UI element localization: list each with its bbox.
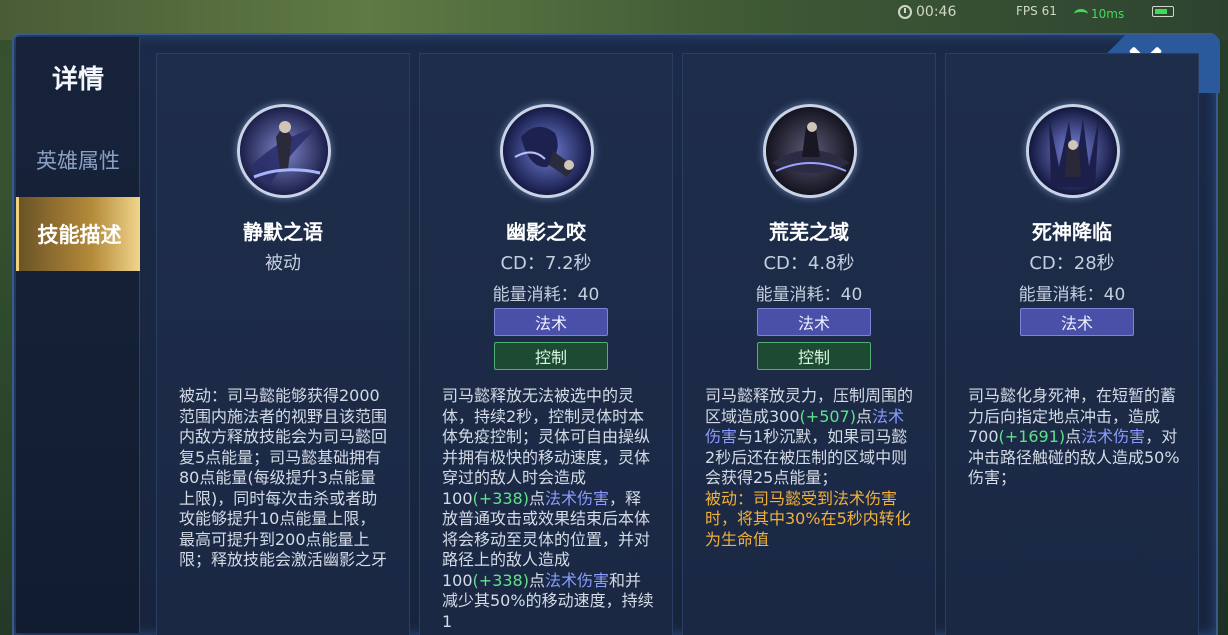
skill-4-cooldown: CD：28秒 xyxy=(1029,253,1115,274)
skill-4-tag-magic: 法术 xyxy=(1020,308,1134,336)
skill-2-cooldown: CD：7.2秒 xyxy=(500,253,592,274)
ping-readout: 10ms xyxy=(1074,4,1124,24)
skill-3-tag-magic: 法术 xyxy=(757,308,871,336)
skill-4-icon xyxy=(1026,104,1120,198)
sidebar-title: 详情 xyxy=(51,65,104,95)
ping-text: 10ms xyxy=(1091,7,1125,21)
description-segment: 点 xyxy=(528,488,545,508)
description-segment: (+1691) xyxy=(998,427,1066,446)
description-segment: 点 xyxy=(1065,427,1082,446)
description-segment: 法术伤害 xyxy=(1081,427,1146,446)
description-segment: 法术伤害 xyxy=(545,488,610,508)
skill-1-description: 被动：司马懿能够获得2000范围内施法者的视野且该范围内敌方释放技能会为司马懿回… xyxy=(179,386,391,635)
skill-card-2: 幽影之咬 CD：7.2秒 能量消耗：40 法术 控制 司马懿释放无法被选中的灵体… xyxy=(419,53,673,635)
skill-1-icon xyxy=(237,104,331,198)
battery-icon xyxy=(1152,6,1174,17)
description-segment: 被动：司马懿能够获得2000范围内施法者的视野且该范围内敌方释放技能会为司马懿回… xyxy=(179,386,388,569)
description-segment: 点 xyxy=(528,570,545,590)
tab-hero-attributes[interactable]: 英雄属性 xyxy=(16,123,140,197)
skill-2-energy-cost: 能量消耗：40 xyxy=(492,285,600,305)
skill-3-icon xyxy=(763,104,857,198)
skill-4-name: 死神降临 xyxy=(1032,220,1112,244)
skill-3-description: 司马懿释放灵力，压制周围的区域造成300(+507)点法术伤害与1秒沉默，如果司… xyxy=(705,386,917,635)
match-timer: 00:46 xyxy=(898,2,956,22)
skill-2-name: 幽影之咬 xyxy=(506,220,586,244)
skill-3-name: 荒芜之域 xyxy=(769,220,849,244)
description-segment: (+507) xyxy=(799,406,856,426)
timer-text: 00:46 xyxy=(916,4,957,20)
skill-2-tag-control: 控制 xyxy=(494,342,608,370)
sidebar: 详情 英雄属性 技能描述 xyxy=(16,37,140,633)
tab-skill-description[interactable]: 技能描述 xyxy=(16,197,140,271)
skill-2-icon xyxy=(500,104,594,198)
skill-card-4: 死神降临 CD：28秒 能量消耗：40 法术 司马懿化身死神，在短暂的蓄力后向指… xyxy=(945,53,1199,635)
description-segment: (+338) xyxy=(472,570,529,590)
clock-icon xyxy=(898,5,912,19)
details-panel: 详情 英雄属性 技能描述 静默之语 被动 被动：司马懿能够获得2000范围内施法… xyxy=(12,33,1220,635)
description-segment: 被动：司马懿受到法术伤害时，将其中30%在5秒内转化为生命值 xyxy=(705,488,911,549)
skill-1-type: 被动 xyxy=(265,253,301,274)
fps-readout: FPS 61 xyxy=(1016,4,1057,18)
skill-3-energy-cost: 能量消耗：40 xyxy=(755,285,863,305)
description-segment: 法术伤害 xyxy=(545,570,610,590)
skill-3-cooldown: CD：4.8秒 xyxy=(763,253,855,274)
skill-4-energy-cost: 能量消耗：40 xyxy=(1018,285,1126,305)
description-segment: 点 xyxy=(855,406,872,426)
skill-card-3: 荒芜之域 CD：4.8秒 能量消耗：40 法术 控制 司马懿释放灵力，压制周围的… xyxy=(682,53,936,635)
skill-card-1: 静默之语 被动 被动：司马懿能够获得2000范围内施法者的视野且该范围内敌方释放… xyxy=(156,53,410,635)
description-segment: (+338) xyxy=(472,488,529,508)
wifi-icon xyxy=(1074,9,1088,19)
skill-2-description: 司马懿释放无法被选中的灵体，持续2秒，控制灵体时本体免疫控制；灵体可自由操纵并拥… xyxy=(442,386,654,635)
skill-2-tag-magic: 法术 xyxy=(494,308,608,336)
skill-1-name: 静默之语 xyxy=(243,220,323,244)
skill-4-description: 司马懿化身死神，在短暂的蓄力后向指定地点冲击，造成700(+1691)点法术伤害… xyxy=(968,386,1180,635)
skill-3-tag-control: 控制 xyxy=(757,342,871,370)
